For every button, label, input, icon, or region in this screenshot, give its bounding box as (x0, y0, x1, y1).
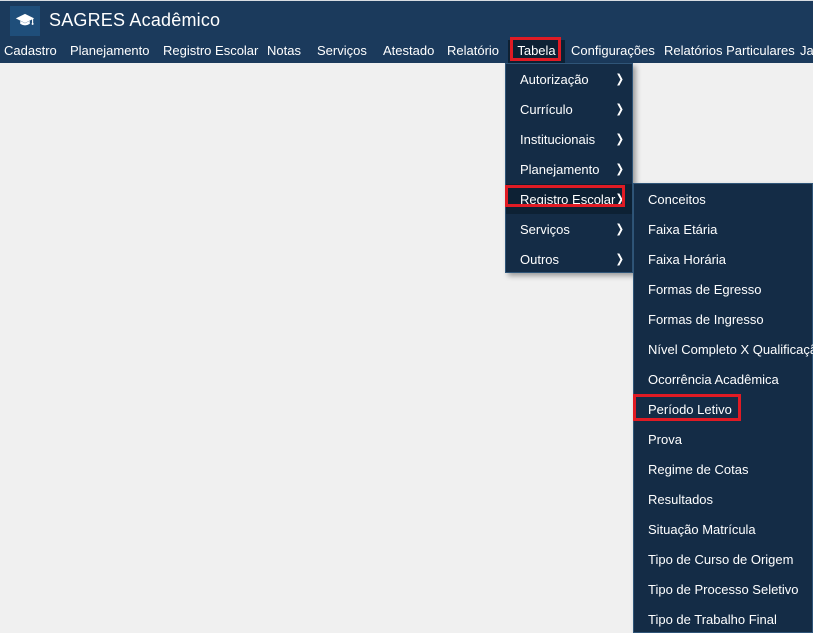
submenu-item-tipo-de-processo-seletivo[interactable]: Tipo de Processo Seletivo (634, 574, 812, 604)
submenu-item-faixa-etaria[interactable]: Faixa Etária (634, 214, 812, 244)
menu-tabela[interactable]: Tabela (508, 40, 565, 63)
chevron-right-icon: ❯ (616, 222, 624, 235)
dropdown-item-autorizacao[interactable]: Autorização ❯ (506, 64, 632, 94)
submenu-item-formas-de-ingresso[interactable]: Formas de Ingresso (634, 304, 812, 334)
dropdown-item-institucionais[interactable]: Institucionais ❯ (506, 124, 632, 154)
submenu-item-label: Faixa Etária (648, 222, 717, 237)
submenu-item-label: Período Letivo (648, 402, 732, 417)
dropdown-item-outros[interactable]: Outros ❯ (506, 244, 632, 274)
submenu-item-label: Prova (648, 432, 682, 447)
submenu-item-label: Conceitos (648, 192, 706, 207)
submenu-item-label: Tipo de Trabalho Final (648, 612, 777, 627)
submenu-item-regime-de-cotas[interactable]: Regime de Cotas (634, 454, 812, 484)
dropdown-item-label: Currículo (520, 102, 573, 117)
submenu-item-label: Regime de Cotas (648, 462, 748, 477)
chevron-right-icon: ❯ (616, 162, 624, 175)
dropdown-item-servicos[interactable]: Serviços ❯ (506, 214, 632, 244)
menu-relatorios-particulares[interactable]: Relatórios Particulares (664, 40, 795, 63)
dropdown-item-label: Planejamento (520, 162, 600, 177)
submenu-item-prova[interactable]: Prova (634, 424, 812, 454)
dropdown-item-label: Serviços (520, 222, 570, 237)
submenu-item-label: Tipo de Processo Seletivo (648, 582, 799, 597)
submenu-item-formas-de-egresso[interactable]: Formas de Egresso (634, 274, 812, 304)
submenu-item-conceitos[interactable]: Conceitos (634, 184, 812, 214)
submenu-item-ocorrencia-academica[interactable]: Ocorrência Acadêmica (634, 364, 812, 394)
submenu-item-nivel-completo-x-qualificacao[interactable]: Nível Completo X Qualificação (634, 334, 812, 364)
registro-escolar-submenu: Conceitos Faixa Etária Faixa Horária For… (633, 183, 813, 633)
submenu-item-label: Situação Matrícula (648, 522, 756, 537)
menu-atestado[interactable]: Atestado (383, 40, 434, 63)
menu-janela-cutoff[interactable]: Ja (800, 40, 813, 63)
menu-cadastro[interactable]: Cadastro (4, 40, 57, 63)
chevron-right-icon: ❯ (616, 192, 624, 205)
dropdown-item-label: Institucionais (520, 132, 595, 147)
menu-registro-escolar[interactable]: Registro Escolar (163, 40, 258, 63)
submenu-item-resultados[interactable]: Resultados (634, 484, 812, 514)
window-title: SAGRES Acadêmico (49, 10, 220, 31)
submenu-item-faixa-horaria[interactable]: Faixa Horária (634, 244, 812, 274)
submenu-item-label: Formas de Ingresso (648, 312, 764, 327)
tabela-dropdown-menu: Autorização ❯ Currículo ❯ Institucionais… (505, 63, 633, 273)
titlebar: SAGRES Acadêmico (0, 0, 813, 40)
chevron-right-icon: ❯ (616, 132, 624, 145)
submenu-item-label: Formas de Egresso (648, 282, 761, 297)
submenu-item-tipo-de-curso-de-origem[interactable]: Tipo de Curso de Origem (634, 544, 812, 574)
dropdown-item-label: Autorização (520, 72, 589, 87)
dropdown-item-curriculo[interactable]: Currículo ❯ (506, 94, 632, 124)
dropdown-item-registro-escolar[interactable]: Registro Escolar ❯ (506, 184, 632, 214)
menu-planejamento[interactable]: Planejamento (70, 40, 150, 63)
submenu-item-tipo-de-trabalho-final[interactable]: Tipo de Trabalho Final (634, 604, 812, 633)
menu-relatorio[interactable]: Relatório (447, 40, 499, 63)
submenu-item-label: Ocorrência Acadêmica (648, 372, 779, 387)
dropdown-item-label: Registro Escolar (520, 192, 615, 207)
submenu-item-label: Resultados (648, 492, 713, 507)
submenu-item-label: Nível Completo X Qualificação (648, 342, 813, 357)
chevron-right-icon: ❯ (616, 72, 624, 85)
chevron-right-icon: ❯ (616, 252, 624, 265)
menu-configuracoes[interactable]: Configurações (571, 40, 655, 63)
menubar: Cadastro Planejamento Registro Escolar N… (0, 40, 813, 63)
menu-notas[interactable]: Notas (267, 40, 301, 63)
dropdown-item-label: Outros (520, 252, 559, 267)
menu-servicos[interactable]: Serviços (317, 40, 367, 63)
submenu-item-label: Faixa Horária (648, 252, 726, 267)
application-window: SAGRES Acadêmico Cadastro Planejamento R… (0, 0, 813, 633)
chevron-right-icon: ❯ (616, 102, 624, 115)
submenu-item-label: Tipo de Curso de Origem (648, 552, 793, 567)
dropdown-item-planejamento[interactable]: Planejamento ❯ (506, 154, 632, 184)
submenu-item-periodo-letivo[interactable]: Período Letivo (634, 394, 812, 424)
submenu-item-situacao-matricula[interactable]: Situação Matrícula (634, 514, 812, 544)
graduation-cap-icon[interactable] (10, 6, 40, 36)
